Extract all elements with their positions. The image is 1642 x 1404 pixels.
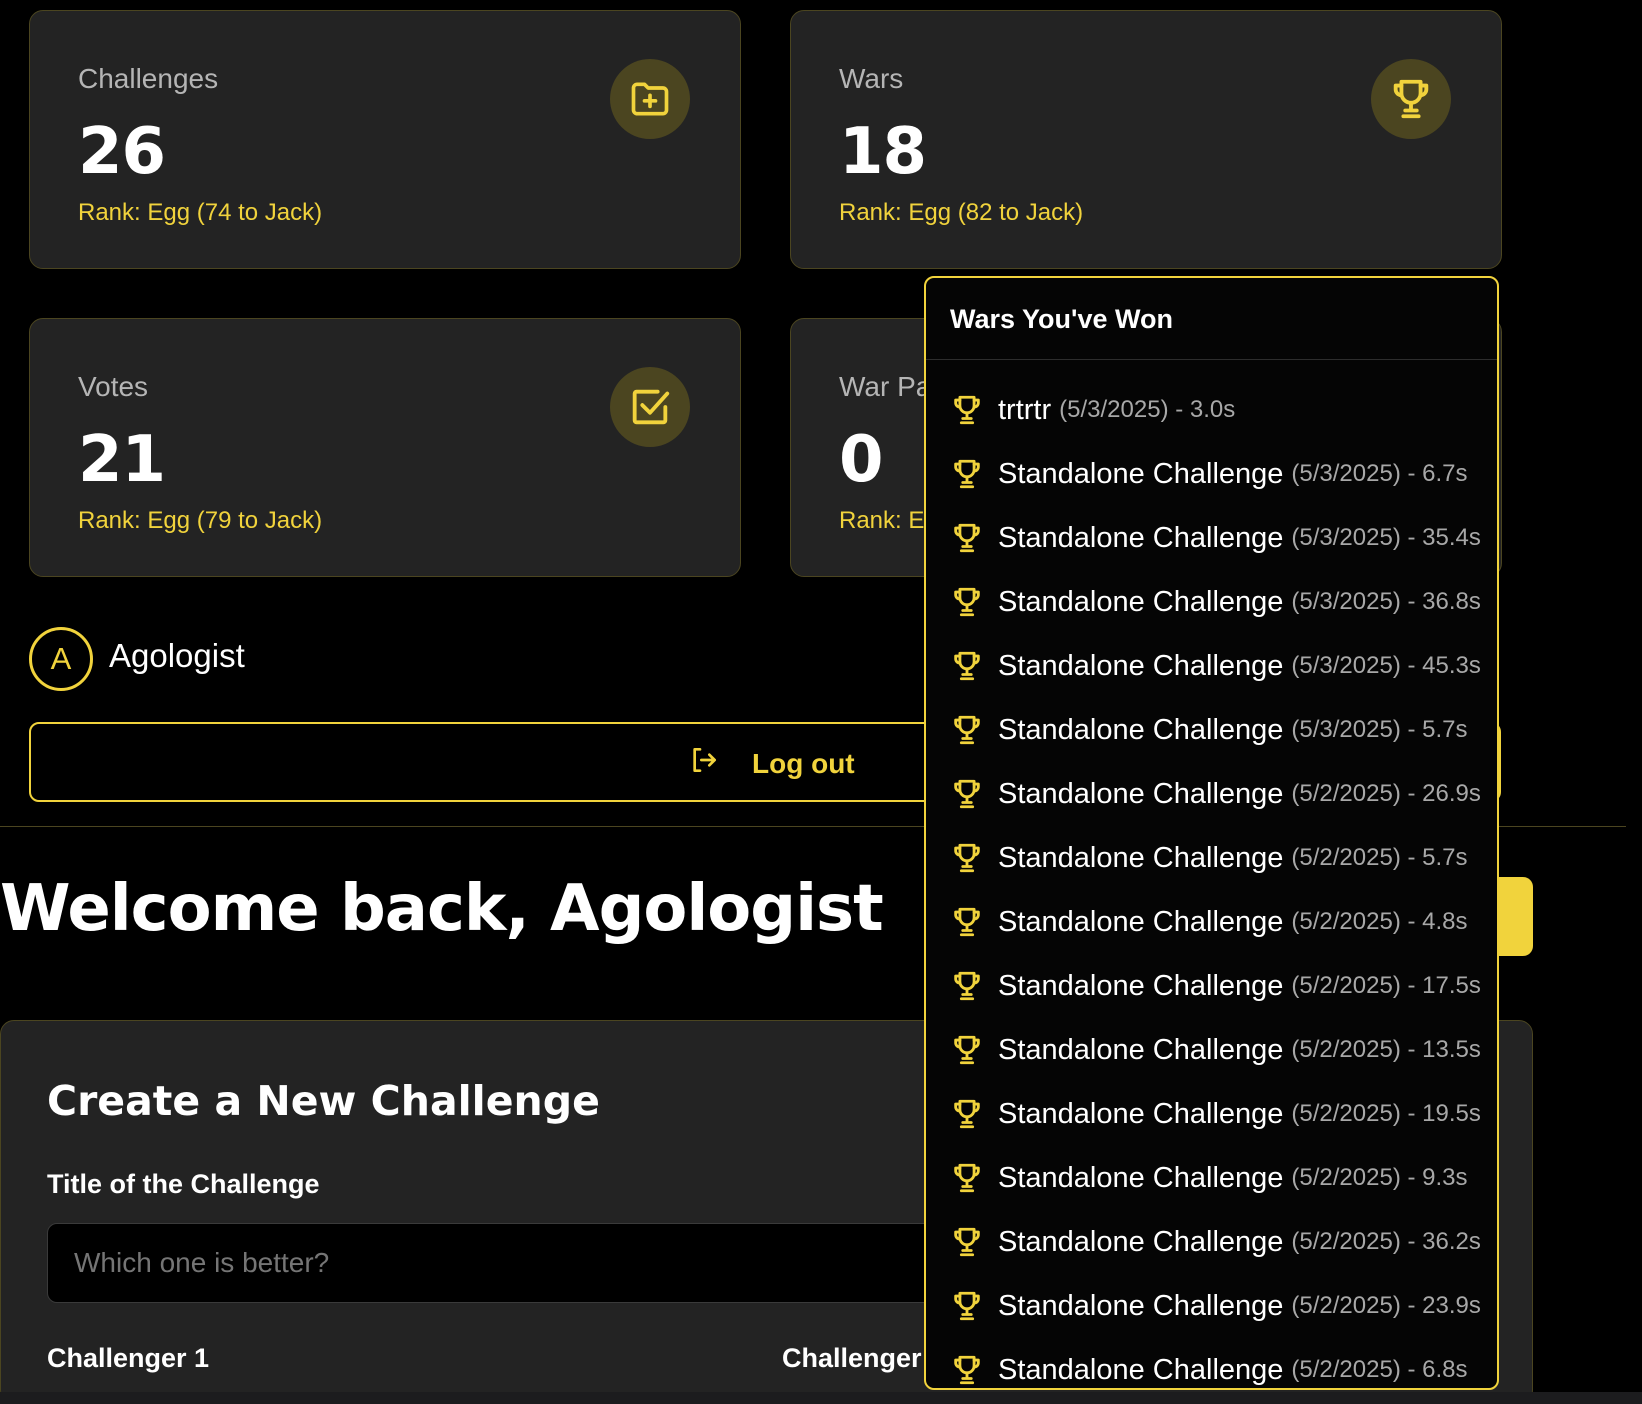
war-title: Standalone Challenge xyxy=(998,1033,1284,1066)
list-item[interactable]: Standalone Challenge (5/2/2025) - 19.5s xyxy=(926,1082,1497,1146)
war-title: Standalone Challenge xyxy=(998,1289,1284,1322)
war-title: Standalone Challenge xyxy=(998,1353,1284,1386)
war-title: Standalone Challenge xyxy=(998,521,1284,554)
list-item[interactable]: Standalone Challenge (5/2/2025) - 13.5s xyxy=(926,1018,1497,1082)
war-title: Standalone Challenge xyxy=(998,585,1284,618)
avatar: A xyxy=(29,627,93,691)
stat-value: 21 xyxy=(78,423,166,497)
list-item[interactable]: Standalone Challenge (5/2/2025) - 6.8s xyxy=(926,1338,1497,1388)
bottom-edge xyxy=(0,1392,1642,1404)
logout-label: Log out xyxy=(752,747,855,779)
list-item[interactable]: Standalone Challenge (5/2/2025) - 23.9s xyxy=(926,1274,1497,1338)
trophy-icon xyxy=(950,585,984,619)
stat-card-challenges: Challenges 26 Rank: Egg (74 to Jack) xyxy=(29,10,741,269)
war-title: Standalone Challenge xyxy=(998,905,1284,938)
page-title: Welcome back, Agologist xyxy=(0,872,884,946)
war-meta: (5/2/2025) - 4.8s xyxy=(1291,908,1468,935)
stat-rank: Rank: Egg (82 to Jack) xyxy=(839,199,1084,226)
trophy-icon xyxy=(950,777,984,811)
stat-rank: Rank: Egg (74 to Jack) xyxy=(78,199,323,226)
wars-won-popover: Wars You've Won trtrtr (5/3/2025) - 3.0s S… xyxy=(924,276,1499,1390)
stat-card-votes: Votes 21 Rank: Egg (79 to Jack) xyxy=(29,318,741,577)
war-meta: (5/3/2025) - 36.8s xyxy=(1291,588,1481,615)
war-title: Standalone Challenge xyxy=(998,1225,1284,1258)
list-item[interactable]: Standalone Challenge (5/3/2025) - 5.7s xyxy=(926,698,1497,762)
challenger-1-label: Challenger 1 xyxy=(47,1343,210,1373)
war-title: Standalone Challenge xyxy=(998,1161,1284,1194)
stat-rank: Rank: Eg xyxy=(839,507,938,534)
trophy-icon xyxy=(950,905,984,939)
trophy-icon xyxy=(950,1033,984,1067)
logout-icon xyxy=(688,744,720,783)
war-meta: (5/2/2025) - 23.9s xyxy=(1291,1292,1481,1319)
war-meta: (5/2/2025) - 5.7s xyxy=(1291,844,1468,871)
war-meta: (5/2/2025) - 9.3s xyxy=(1291,1164,1468,1191)
war-title: Standalone Challenge xyxy=(998,969,1284,1002)
war-meta: (5/3/2025) - 35.4s xyxy=(1291,524,1481,551)
stat-label: Votes xyxy=(78,371,149,402)
trophy-icon xyxy=(950,1353,984,1387)
stat-rank: Rank: Egg (79 to Jack) xyxy=(78,507,323,534)
list-item[interactable]: Standalone Challenge (5/2/2025) - 36.2s xyxy=(926,1210,1497,1274)
list-item[interactable]: Standalone Challenge (5/2/2025) - 5.7s xyxy=(926,826,1497,890)
war-meta: (5/2/2025) - 13.5s xyxy=(1291,1036,1481,1063)
stat-value: 26 xyxy=(78,115,166,189)
war-title: Standalone Challenge xyxy=(998,777,1284,810)
trophy-icon xyxy=(1371,59,1451,139)
trophy-icon xyxy=(950,841,984,875)
war-title: Standalone Challenge xyxy=(998,841,1284,874)
trophy-icon xyxy=(950,1097,984,1131)
list-item[interactable]: Standalone Challenge (5/2/2025) - 26.9s xyxy=(926,762,1497,826)
list-item[interactable]: Standalone Challenge (5/3/2025) - 36.8s xyxy=(926,570,1497,634)
trophy-icon xyxy=(950,1225,984,1259)
list-item[interactable]: Standalone Challenge (5/3/2025) - 35.4s xyxy=(926,506,1497,570)
trophy-icon xyxy=(950,393,984,427)
war-meta: (5/3/2025) - 45.3s xyxy=(1291,652,1481,679)
war-meta: (5/3/2025) - 6.7s xyxy=(1291,460,1468,487)
list-item[interactable]: trtrtr (5/3/2025) - 3.0s xyxy=(926,378,1497,442)
war-meta: (5/2/2025) - 36.2s xyxy=(1291,1228,1481,1255)
war-meta: (5/2/2025) - 19.5s xyxy=(1291,1100,1481,1127)
stat-label: War Pa xyxy=(839,371,932,402)
list-item[interactable]: Standalone Challenge (5/2/2025) - 9.3s xyxy=(926,1146,1497,1210)
stat-value: 18 xyxy=(839,115,927,189)
stat-label: Wars xyxy=(839,63,904,94)
trophy-icon xyxy=(950,969,984,1003)
war-title: trtrtr xyxy=(998,393,1052,426)
war-meta: (5/2/2025) - 6.8s xyxy=(1291,1356,1468,1383)
trophy-icon xyxy=(950,1161,984,1195)
trophy-icon xyxy=(950,521,984,555)
trophy-icon xyxy=(950,713,984,747)
wars-won-list: trtrtr (5/3/2025) - 3.0s Standalone Challe… xyxy=(926,360,1497,1388)
trophy-icon xyxy=(950,457,984,491)
popover-title: Wars You've Won xyxy=(926,278,1497,360)
checkbox-icon xyxy=(610,367,690,447)
stat-card-wars[interactable]: Wars 18 Rank: Egg (82 to Jack) xyxy=(790,10,1502,269)
list-item[interactable]: Standalone Challenge (5/3/2025) - 45.3s xyxy=(926,634,1497,698)
challenger-2-label: Challenger xyxy=(782,1343,922,1373)
war-title: Standalone Challenge xyxy=(998,713,1284,746)
form-title: Create a New Challenge xyxy=(47,1077,600,1125)
folder-plus-icon xyxy=(610,59,690,139)
stat-value: 0 xyxy=(839,423,884,497)
list-item[interactable]: Standalone Challenge (5/3/2025) - 6.7s xyxy=(926,442,1497,506)
list-item[interactable]: Standalone Challenge (5/2/2025) - 4.8s xyxy=(926,890,1497,954)
war-title: Standalone Challenge xyxy=(998,457,1284,490)
war-title: Standalone Challenge xyxy=(998,649,1284,682)
stat-label: Challenges xyxy=(78,63,219,94)
username: Agologist xyxy=(109,637,245,674)
war-meta: (5/2/2025) - 17.5s xyxy=(1291,972,1481,999)
war-title: Standalone Challenge xyxy=(998,1097,1284,1130)
war-meta: (5/3/2025) - 3.0s xyxy=(1059,396,1236,423)
trophy-icon xyxy=(950,649,984,683)
title-field-label: Title of the Challenge xyxy=(47,1169,320,1199)
list-item[interactable]: Standalone Challenge (5/2/2025) - 17.5s xyxy=(926,954,1497,1018)
war-meta: (5/2/2025) - 26.9s xyxy=(1291,780,1481,807)
war-meta: (5/3/2025) - 5.7s xyxy=(1291,716,1468,743)
trophy-icon xyxy=(950,1289,984,1323)
